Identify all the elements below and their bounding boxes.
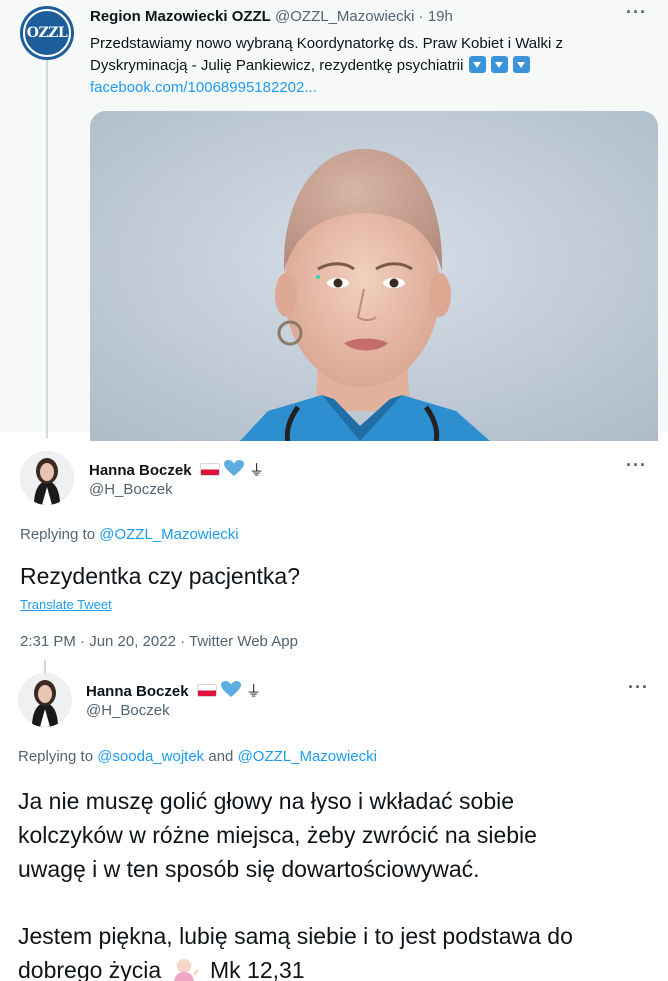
author-name[interactable]: Hanna Boczek	[86, 683, 189, 700]
mention-link[interactable]: @OZZL_Mazowiecki	[99, 526, 238, 543]
more-dots-icon[interactable]: ···	[626, 455, 647, 476]
author-handle[interactable]: @H_Boczek	[89, 481, 173, 498]
portrait-photo	[90, 111, 658, 441]
hanna-avatar[interactable]	[18, 673, 72, 727]
down-arrow-button-icon	[468, 56, 486, 73]
tweet-time[interactable]: 19h	[428, 8, 453, 25]
tweet-ozzl[interactable]: OZZL Region Mazowiecki OZZL @OZZL_Mazowi…	[0, 0, 668, 441]
author-name[interactable]: Region Mazowiecki OZZL	[90, 8, 271, 25]
author-name-row: Hanna Boczek ⏚	[89, 459, 264, 480]
ground-symbol: ⏚	[246, 683, 262, 700]
replying-to: Replying to @OZZL_Mazowiecki	[20, 526, 239, 543]
tweet-body: Ja nie muszę golić głowy na łyso i wkład…	[18, 784, 658, 981]
avatar-ring: OZZL	[23, 9, 71, 57]
author-handle[interactable]: @H_Boczek	[86, 702, 170, 719]
blue-heart-icon	[220, 681, 241, 697]
body-line: Jestem piękna, lubię samą siebie i to je…	[18, 923, 573, 949]
woman-tipping-hand-emoji-icon	[173, 959, 199, 981]
avatar-photo	[20, 451, 74, 505]
tweet-text: Przedstawiamy nowo wybraną Koordynatorkę…	[90, 33, 650, 99]
body-line: kolczyków w różne miejsca, żeby zwrócić …	[18, 822, 537, 848]
avatar-photo	[18, 673, 72, 727]
tweet-body: Rezydentka czy pacjentka?	[20, 563, 300, 589]
body-text: dobrego życia	[18, 957, 162, 981]
author-name[interactable]: Hanna Boczek	[89, 462, 192, 479]
tweet-meta[interactable]: 2:31 PM · Jun 20, 2022 · Twitter Web App	[20, 633, 298, 650]
mention-link[interactable]: @sooda_wojtek	[97, 748, 204, 765]
down-arrow-button-icon	[512, 56, 530, 73]
replying-to: Replying to @sooda_wojtek and @OZZL_Mazo…	[18, 748, 377, 765]
body-text: Mk 12,31	[209, 957, 305, 981]
poland-flag-icon	[196, 684, 217, 697]
body-line-last: dobrego życia Mk 12,31	[18, 953, 658, 981]
mention-link[interactable]: @OZZL_Mazowiecki	[238, 748, 377, 765]
body-line: uwagę i w ten sposób się dowartościowywa…	[18, 856, 480, 882]
more-dots-icon[interactable]: ···	[628, 677, 649, 698]
tweet-text-line-2: Dyskryminacją - Julię Pankiewicz, rezyde…	[90, 55, 650, 77]
author-name-row: Hanna Boczek ⏚	[86, 680, 261, 701]
tweet-header: Region Mazowiecki OZZL @OZZL_Mazowiecki …	[90, 8, 453, 25]
replying-prefix: Replying to	[20, 526, 96, 543]
replying-and: and	[208, 748, 234, 765]
tweet-text-line: Przedstawiamy nowo wybraną Koordynatorkę…	[90, 35, 563, 52]
tweet-text-line-2-content: Dyskryminacją - Julię Pankiewicz, rezyde…	[90, 57, 464, 74]
thread-line	[44, 660, 46, 674]
ozzl-avatar[interactable]: OZZL	[20, 6, 74, 60]
translate-tweet-link[interactable]: Translate Tweet	[20, 597, 112, 612]
poland-flag-icon	[199, 463, 220, 476]
thread-line	[46, 58, 48, 438]
blue-heart-icon	[223, 460, 244, 476]
author-handle[interactable]: @OZZL_Mazowiecki	[275, 8, 414, 25]
header-separator: ·	[418, 8, 424, 25]
down-arrow-button-icon	[490, 56, 508, 73]
hanna-avatar[interactable]	[20, 451, 74, 505]
more-dots-icon[interactable]: ···	[626, 2, 647, 23]
tweet-link[interactable]: facebook.com/10068995182202...	[90, 77, 650, 99]
ground-symbol: ⏚	[249, 462, 265, 479]
replying-prefix: Replying to	[18, 748, 94, 765]
ozzl-logo-text: OZZL	[26, 25, 68, 41]
body-line: Ja nie muszę golić głowy na łyso i wkład…	[18, 788, 515, 814]
tweet-photo[interactable]	[90, 111, 658, 441]
